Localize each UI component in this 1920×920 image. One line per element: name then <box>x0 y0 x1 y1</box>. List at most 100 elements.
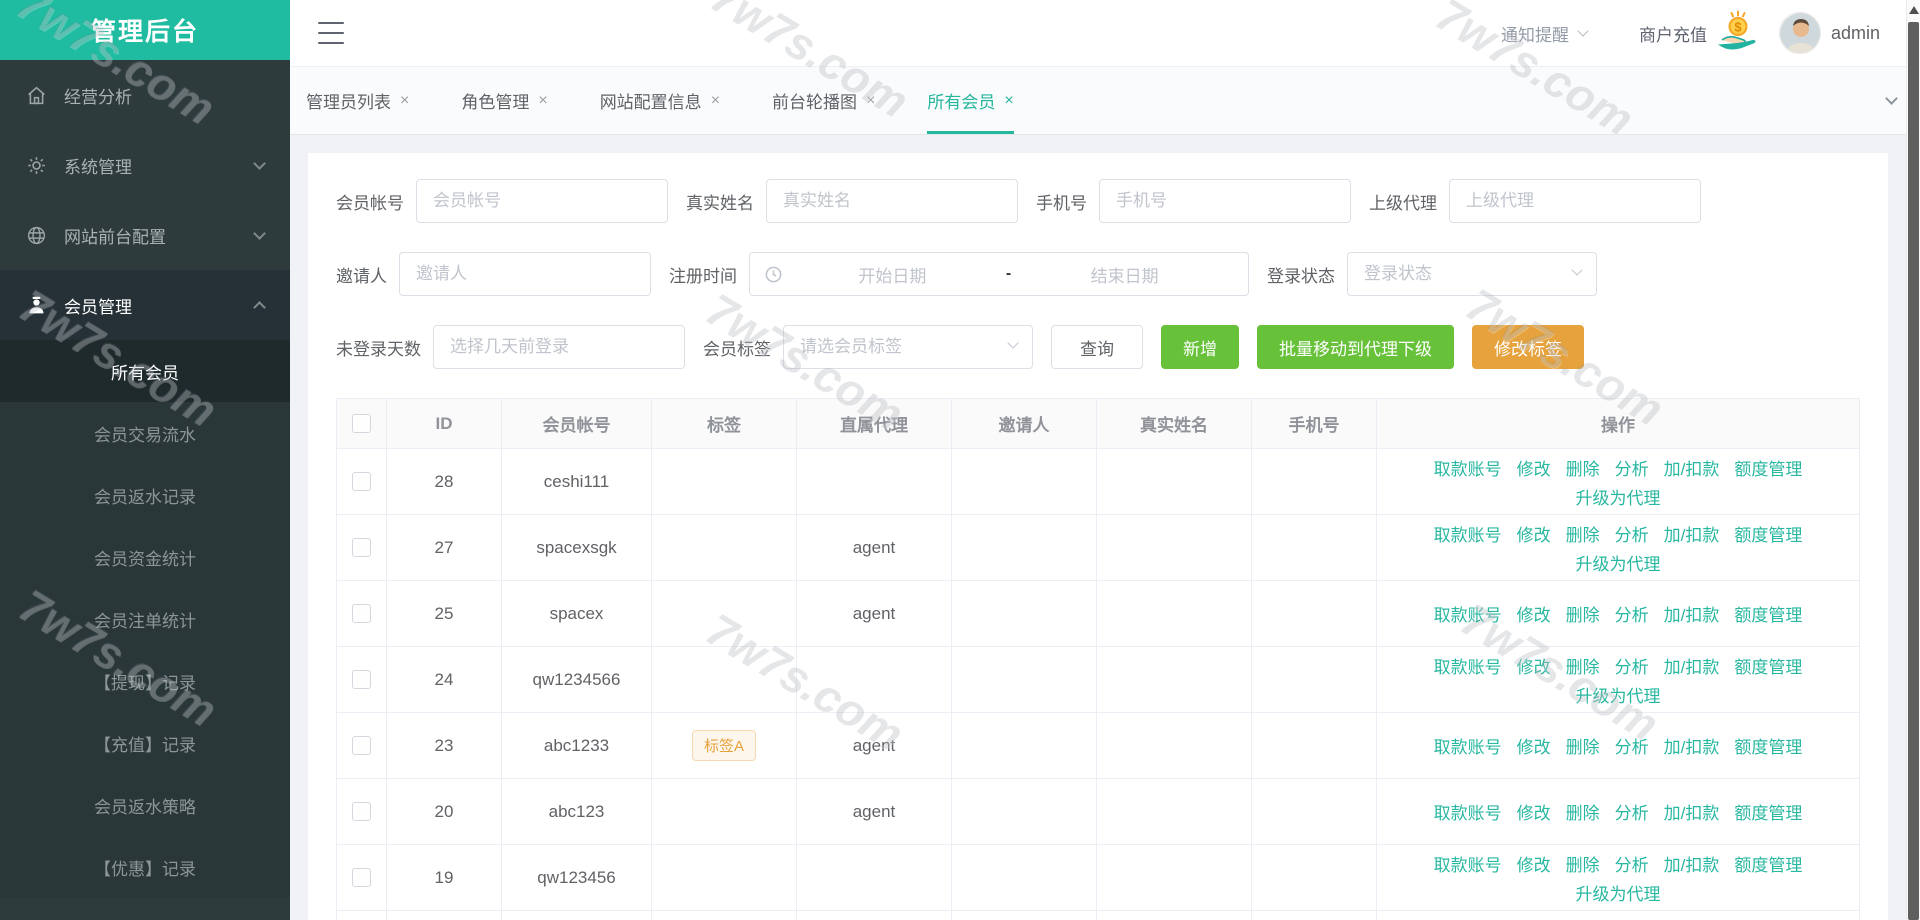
tab-close-icon[interactable]: × <box>538 92 547 110</box>
action-link[interactable]: 删除 <box>1566 601 1600 626</box>
action-link[interactable]: 分析 <box>1615 851 1649 876</box>
row-checkbox[interactable] <box>352 802 371 821</box>
action-link[interactable]: 分析 <box>1615 601 1649 626</box>
action-link[interactable]: 修改 <box>1517 521 1551 546</box>
search-button[interactable]: 查询 <box>1051 325 1143 369</box>
row-checkbox[interactable] <box>352 670 371 689</box>
sidebar-subitem[interactable]: 所有会员 <box>0 340 290 402</box>
avatar[interactable] <box>1778 12 1821 54</box>
hamburger-menu-button[interactable] <box>318 22 344 44</box>
action-link[interactable]: 取款账号 <box>1434 799 1502 824</box>
tab-close-icon[interactable]: × <box>1004 92 1013 110</box>
end-date-placeholder[interactable]: 结束日期 <box>1015 262 1234 287</box>
action-link[interactable]: 升级为代理 <box>1576 880 1661 905</box>
action-link[interactable]: 额度管理 <box>1734 601 1802 626</box>
action-link[interactable]: 额度管理 <box>1734 521 1802 546</box>
sidebar-subitem[interactable]: 【提现】记录 <box>0 650 290 712</box>
login-status-input[interactable] <box>1347 252 1597 296</box>
member-tag-select[interactable] <box>783 325 1033 369</box>
username[interactable]: admin <box>1831 23 1880 44</box>
action-link[interactable]: 取款账号 <box>1434 521 1502 546</box>
sidebar-subitem[interactable]: 【充值】记录 <box>0 712 290 774</box>
action-link[interactable]: 加/扣款 <box>1664 521 1720 546</box>
row-checkbox[interactable] <box>352 604 371 623</box>
notifications-dropdown[interactable]: 通知提醒 <box>1501 21 1589 46</box>
tab-active[interactable]: 所有会员 × <box>927 67 1015 134</box>
filter-input[interactable] <box>766 179 1018 223</box>
tab-item[interactable]: 前台轮播图 × <box>772 67 875 134</box>
login-status-select[interactable] <box>1347 252 1597 296</box>
sidebar-subitem[interactable]: 会员交易流水 <box>0 402 290 464</box>
action-link[interactable]: 删除 <box>1566 653 1600 678</box>
tab-close-icon[interactable]: × <box>711 92 720 110</box>
merchant-recharge-link[interactable]: 商户充值 <box>1639 21 1707 46</box>
action-link[interactable]: 加/扣款 <box>1664 851 1720 876</box>
action-link[interactable]: 取款账号 <box>1434 851 1502 876</box>
action-link[interactable]: 加/扣款 <box>1664 455 1720 480</box>
registration-date-range-picker[interactable]: 开始日期 - 结束日期 <box>749 252 1249 296</box>
action-link[interactable]: 取款账号 <box>1434 455 1502 480</box>
action-link[interactable]: 取款账号 <box>1434 601 1502 626</box>
tab-item[interactable]: 角色管理 × <box>461 67 547 134</box>
action-link[interactable]: 修改 <box>1517 851 1551 876</box>
tab-item[interactable]: 网站配置信息 × <box>600 67 720 134</box>
tab-close-icon[interactable]: × <box>866 92 875 110</box>
action-link[interactable]: 分析 <box>1615 455 1649 480</box>
action-link[interactable]: 删除 <box>1566 521 1600 546</box>
sidebar-item-frontend-config[interactable]: 网站前台配置 <box>0 200 290 270</box>
row-checkbox[interactable] <box>352 868 371 887</box>
action-link[interactable]: 删除 <box>1566 851 1600 876</box>
sidebar-subitem[interactable]: 【优惠】记录 <box>0 836 290 898</box>
action-link[interactable]: 删除 <box>1566 799 1600 824</box>
action-link[interactable]: 加/扣款 <box>1664 601 1720 626</box>
no-login-days-input[interactable] <box>433 325 685 369</box>
action-link[interactable]: 分析 <box>1615 653 1649 678</box>
sidebar-item-member-management[interactable]: 会员管理 <box>0 270 290 340</box>
filter-input[interactable] <box>416 179 668 223</box>
action-link[interactable]: 修改 <box>1517 733 1551 758</box>
inviter-input[interactable] <box>399 252 651 296</box>
sidebar-item-system-management[interactable]: 系统管理 <box>0 130 290 200</box>
row-checkbox[interactable] <box>352 538 371 557</box>
action-link[interactable]: 额度管理 <box>1734 455 1802 480</box>
action-link[interactable]: 额度管理 <box>1734 733 1802 758</box>
tabbar-collapse-button[interactable] <box>1885 67 1898 134</box>
scrollbar-up-arrow-icon[interactable] <box>1909 6 1919 14</box>
action-link[interactable]: 修改 <box>1517 601 1551 626</box>
action-link[interactable]: 删除 <box>1566 455 1600 480</box>
sidebar-item-business-analysis[interactable]: 经营分析 <box>0 60 290 130</box>
recharge-coin-icon[interactable]: $ <box>1715 10 1761 57</box>
sidebar-subitem[interactable]: 会员注单统计 <box>0 588 290 650</box>
filter-input[interactable] <box>1099 179 1351 223</box>
scrollbar-thumb[interactable] <box>1908 22 1919 920</box>
row-checkbox[interactable] <box>352 472 371 491</box>
action-link[interactable]: 加/扣款 <box>1664 799 1720 824</box>
action-link[interactable]: 修改 <box>1517 455 1551 480</box>
page-scrollbar[interactable] <box>1906 0 1920 920</box>
start-date-placeholder[interactable]: 开始日期 <box>783 262 1002 287</box>
action-link[interactable]: 升级为代理 <box>1576 682 1661 707</box>
action-link[interactable]: 分析 <box>1615 733 1649 758</box>
member-tag-input[interactable] <box>783 325 1033 369</box>
tab-item[interactable]: 管理员列表 × <box>306 67 409 134</box>
tab-close-icon[interactable]: × <box>400 92 409 110</box>
sidebar-subitem[interactable]: 会员返水记录 <box>0 464 290 526</box>
action-link[interactable]: 加/扣款 <box>1664 653 1720 678</box>
action-link[interactable]: 取款账号 <box>1434 733 1502 758</box>
sidebar-subitem[interactable]: 会员资金统计 <box>0 526 290 588</box>
row-checkbox[interactable] <box>352 736 371 755</box>
action-link[interactable]: 取款账号 <box>1434 653 1502 678</box>
action-link[interactable]: 修改 <box>1517 653 1551 678</box>
action-link[interactable]: 额度管理 <box>1734 799 1802 824</box>
batch-move-to-agent-button[interactable]: 批量移动到代理下级 <box>1257 325 1454 369</box>
action-link[interactable]: 升级为代理 <box>1576 484 1661 509</box>
action-link[interactable]: 修改 <box>1517 799 1551 824</box>
sidebar-subitem[interactable]: 会员返水策略 <box>0 774 290 836</box>
add-button[interactable]: 新增 <box>1161 325 1239 369</box>
action-link[interactable]: 升级为代理 <box>1576 550 1661 575</box>
action-link[interactable]: 加/扣款 <box>1664 733 1720 758</box>
action-link[interactable]: 分析 <box>1615 521 1649 546</box>
action-link[interactable]: 额度管理 <box>1734 851 1802 876</box>
action-link[interactable]: 分析 <box>1615 799 1649 824</box>
filter-input[interactable] <box>1449 179 1701 223</box>
